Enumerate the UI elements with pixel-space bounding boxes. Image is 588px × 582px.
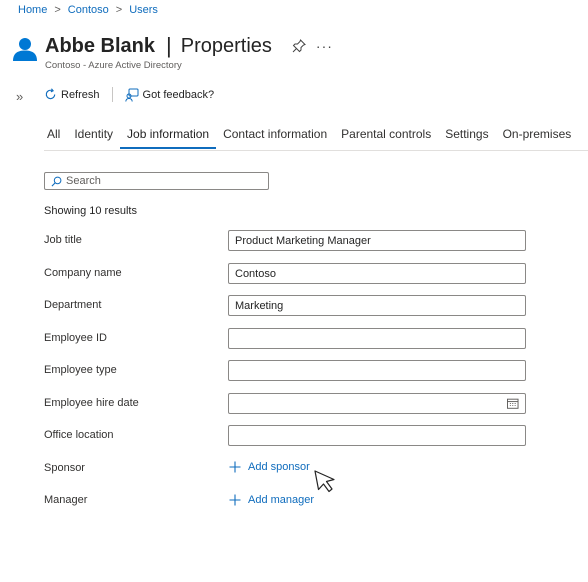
refresh-label: Refresh	[61, 88, 100, 101]
page-header: Abbe Blank | Properties ···	[45, 33, 333, 59]
tab-job-information[interactable]: Job information	[120, 124, 217, 149]
job-title-input[interactable]	[235, 234, 519, 247]
add-manager-button[interactable]: Add manager	[229, 494, 314, 506]
office-location-label: Office location	[44, 429, 114, 441]
title-divider: |	[166, 33, 172, 58]
employee-id-label: Employee ID	[44, 332, 107, 344]
results-count: Showing 10 results	[44, 205, 137, 217]
add-manager-label: Add manager	[248, 494, 315, 506]
tab-contact-information[interactable]: Contact information	[216, 124, 334, 149]
mouse-pointer-icon	[314, 470, 335, 493]
job-title-field[interactable]	[228, 230, 526, 251]
department-input[interactable]	[235, 299, 519, 312]
user-name-title: Abbe Blank	[45, 34, 156, 57]
toolbar-divider	[111, 87, 113, 102]
job-title-label: Job title	[44, 234, 82, 246]
breadcrumb-contoso[interactable]: Contoso	[68, 4, 109, 16]
command-bar: Refresh Got feedback?	[44, 87, 214, 102]
search-input[interactable]	[66, 175, 256, 187]
plus-icon	[229, 494, 241, 506]
sponsor-label: Sponsor	[44, 462, 85, 474]
tab-settings[interactable]: Settings	[438, 124, 495, 149]
feedback-label: Got feedback?	[142, 88, 215, 101]
employee-id-input[interactable]	[235, 332, 519, 345]
employee-hire-date-label: Employee hire date	[44, 397, 139, 409]
breadcrumb-home[interactable]: Home	[18, 4, 47, 16]
refresh-icon	[45, 88, 56, 100]
employee-hire-date-input[interactable]	[235, 397, 508, 410]
employee-type-input[interactable]	[235, 364, 519, 377]
expand-menu-button[interactable]: »	[16, 89, 23, 104]
more-options-button[interactable]: ···	[316, 38, 333, 54]
company-name-field[interactable]	[228, 263, 526, 284]
feedback-button[interactable]: Got feedback?	[124, 88, 215, 102]
employee-type-field[interactable]	[228, 360, 526, 381]
breadcrumb-separator: >	[54, 4, 61, 16]
breadcrumb-users[interactable]: Users	[129, 4, 158, 16]
search-icon	[51, 176, 62, 186]
add-sponsor-label: Add sponsor	[248, 461, 310, 473]
feedback-icon	[124, 88, 139, 102]
tab-parental-controls[interactable]: Parental controls	[334, 124, 438, 149]
plus-icon	[229, 461, 241, 473]
department-label: Department	[44, 299, 102, 311]
tab-divider	[44, 150, 588, 151]
tab-identity[interactable]: Identity	[67, 124, 120, 149]
calendar-icon[interactable]	[507, 398, 519, 409]
breadcrumb: Home > Contoso > Users	[18, 4, 158, 16]
office-location-field[interactable]	[228, 425, 526, 446]
page-subtitle: Contoso - Azure Active Directory	[45, 60, 182, 71]
add-sponsor-button[interactable]: Add sponsor	[229, 461, 310, 473]
company-name-input[interactable]	[235, 267, 519, 280]
company-name-label: Company name	[44, 267, 122, 279]
refresh-button[interactable]: Refresh	[44, 88, 100, 101]
office-location-input[interactable]	[235, 429, 519, 442]
manager-label: Manager	[44, 494, 88, 506]
employee-type-label: Employee type	[44, 364, 117, 376]
employee-hire-date-field[interactable]	[228, 393, 526, 414]
search-box[interactable]	[44, 172, 269, 190]
tab-on-premises[interactable]: On-premises	[496, 124, 579, 149]
department-field[interactable]	[228, 295, 526, 316]
pin-icon[interactable]	[292, 39, 306, 53]
breadcrumb-separator: >	[115, 4, 123, 16]
tab-bar: All Identity Job information Contact inf…	[40, 124, 578, 149]
employee-id-field[interactable]	[228, 328, 526, 349]
tab-all[interactable]: All	[40, 124, 67, 149]
user-icon	[13, 38, 37, 61]
page-title: Properties	[180, 34, 272, 57]
